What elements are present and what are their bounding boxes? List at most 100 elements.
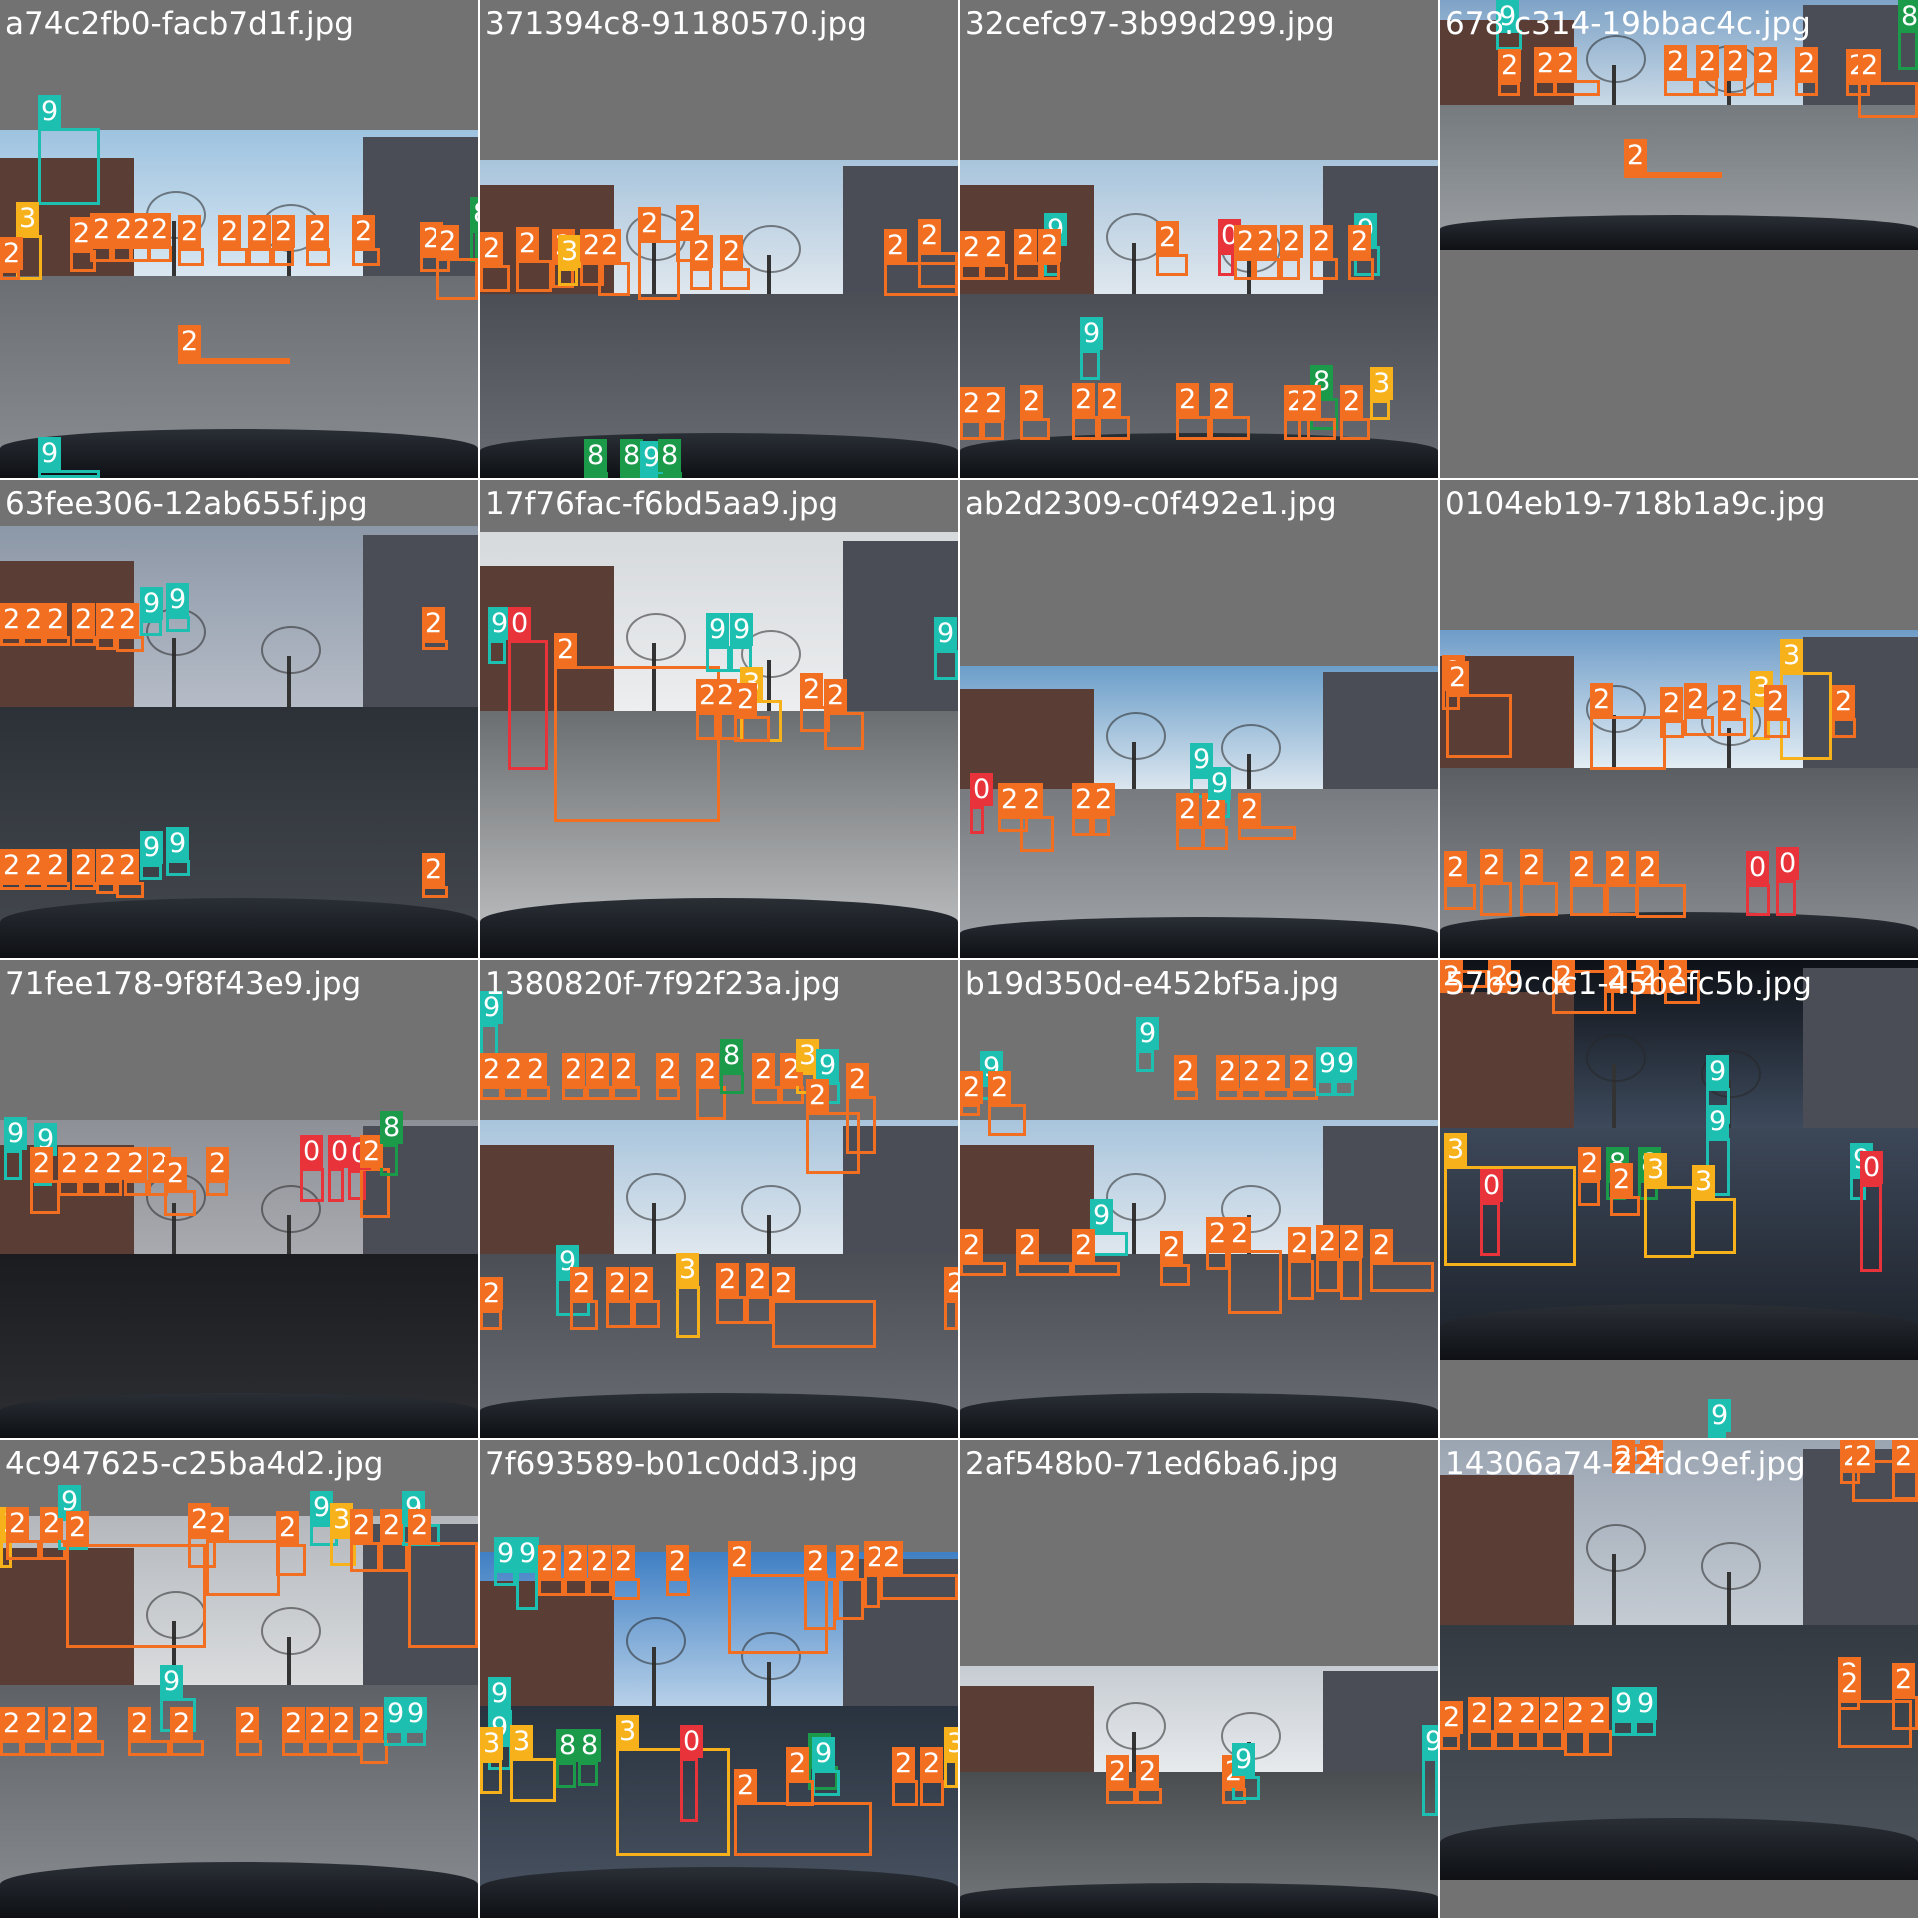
detection-box bbox=[1634, 1720, 1656, 1736]
class-label: 0 bbox=[1480, 1169, 1504, 1202]
class-label: 2 bbox=[1316, 1225, 1340, 1258]
class-label: 2 bbox=[1176, 793, 1200, 826]
detection-box bbox=[218, 248, 248, 266]
detection-box bbox=[22, 636, 44, 646]
filename-label: 57b9cdc1-45befc5b.jpg bbox=[1445, 966, 1812, 1002]
class-label: 2 bbox=[408, 1509, 432, 1542]
detection-box bbox=[1240, 1088, 1262, 1100]
class-label: 9 bbox=[1208, 767, 1232, 800]
detection-box bbox=[0, 1740, 22, 1756]
detection-box bbox=[1440, 1734, 1460, 1750]
class-label: 3 bbox=[944, 1727, 958, 1760]
class-label: 0 bbox=[680, 1725, 704, 1758]
class-label: 2 bbox=[164, 1157, 188, 1190]
detection-box bbox=[140, 864, 162, 880]
tree bbox=[1586, 35, 1647, 110]
class-label: 2 bbox=[1440, 1701, 1464, 1734]
class-label: 8 bbox=[470, 197, 478, 230]
class-label: 2 bbox=[880, 1541, 904, 1574]
detection-box bbox=[1176, 826, 1204, 850]
class-label: 2 bbox=[746, 1263, 770, 1296]
detection-box bbox=[538, 1578, 564, 1596]
detection-box bbox=[1072, 1262, 1120, 1276]
class-label: 2 bbox=[960, 1071, 984, 1104]
class-label: 2 bbox=[988, 1071, 1012, 1104]
building bbox=[1803, 968, 1918, 1128]
class-label: 2 bbox=[516, 227, 540, 260]
detection-box bbox=[1570, 884, 1606, 916]
tree bbox=[1106, 1172, 1167, 1260]
detection-box bbox=[1228, 1250, 1282, 1314]
detection-box bbox=[272, 248, 294, 266]
detection-box bbox=[1160, 1264, 1190, 1286]
street-photo bbox=[480, 160, 958, 478]
detection-box bbox=[1606, 884, 1638, 916]
detection-box bbox=[116, 882, 144, 898]
class-label: 2 bbox=[306, 1707, 330, 1740]
detection-box bbox=[516, 260, 552, 292]
detection-box bbox=[1446, 694, 1512, 758]
detection-box bbox=[178, 358, 290, 364]
detection-box bbox=[1072, 416, 1098, 440]
class-label: 2 bbox=[1262, 1055, 1286, 1088]
detection-box bbox=[772, 1300, 876, 1348]
class-label: 2 bbox=[0, 237, 24, 270]
detection-box bbox=[206, 1180, 228, 1196]
detection-box bbox=[1612, 1720, 1634, 1736]
detection-box bbox=[170, 1740, 204, 1756]
detection-box bbox=[44, 636, 70, 646]
detection-box bbox=[1860, 1184, 1882, 1272]
class-label: 2 bbox=[1370, 1229, 1394, 1262]
detection-box bbox=[1540, 1730, 1564, 1750]
detection-box bbox=[1016, 1262, 1072, 1276]
car-hood bbox=[1440, 1818, 1918, 1880]
class-label: 2 bbox=[44, 603, 68, 636]
detection-box bbox=[148, 246, 172, 262]
street-photo bbox=[0, 526, 478, 958]
detection-box bbox=[1280, 258, 1300, 280]
detection-box bbox=[140, 620, 162, 636]
class-label: 8 bbox=[556, 1729, 580, 1762]
tree bbox=[626, 1172, 687, 1260]
class-label: 2 bbox=[1624, 139, 1648, 172]
detection-box bbox=[1254, 258, 1280, 280]
detection-box bbox=[982, 420, 1004, 440]
filename-label: 17f76fac-f6bd5aa9.jpg bbox=[485, 486, 839, 522]
building bbox=[363, 534, 478, 708]
detection-box bbox=[734, 716, 770, 742]
mosaic-tile: 71fee178-9f8f43e9.jpg992222222200028 bbox=[0, 960, 478, 1438]
class-label: 2 bbox=[960, 1229, 984, 1262]
detection-box bbox=[502, 1086, 524, 1100]
detection-box bbox=[1090, 1232, 1128, 1256]
detection-box bbox=[944, 1300, 958, 1330]
class-label: 2 bbox=[1610, 1163, 1634, 1196]
class-label: 8 bbox=[380, 1111, 404, 1144]
car-hood bbox=[480, 1393, 958, 1438]
class-label: 2 bbox=[728, 1541, 752, 1574]
class-label: 2 bbox=[72, 603, 96, 636]
detection-box bbox=[436, 258, 478, 300]
detection-box bbox=[1038, 262, 1060, 280]
detection-box bbox=[480, 1760, 502, 1794]
class-label: 9 bbox=[494, 1537, 518, 1570]
filename-label: 1380820f-7f92f23a.jpg bbox=[485, 966, 841, 1002]
class-label: 2 bbox=[824, 679, 848, 712]
class-label: 2 bbox=[1660, 687, 1684, 720]
class-label: 9 bbox=[934, 617, 958, 650]
detection-box bbox=[124, 1180, 148, 1196]
class-label: 2 bbox=[272, 215, 296, 248]
class-label: 3 bbox=[1444, 1133, 1468, 1166]
detection-box bbox=[0, 270, 20, 280]
detection-box bbox=[880, 1574, 958, 1600]
detection-box bbox=[1370, 400, 1390, 420]
class-label: 2 bbox=[612, 1545, 636, 1578]
detection-box bbox=[690, 268, 712, 290]
detection-box bbox=[1136, 1050, 1154, 1072]
building bbox=[1323, 166, 1438, 294]
class-label: 2 bbox=[178, 325, 202, 358]
detection-box bbox=[676, 1286, 700, 1338]
class-label: 2 bbox=[44, 849, 68, 882]
detection-box bbox=[1310, 258, 1338, 280]
class-label: 2 bbox=[350, 1509, 374, 1542]
detection-box bbox=[1564, 1730, 1586, 1756]
